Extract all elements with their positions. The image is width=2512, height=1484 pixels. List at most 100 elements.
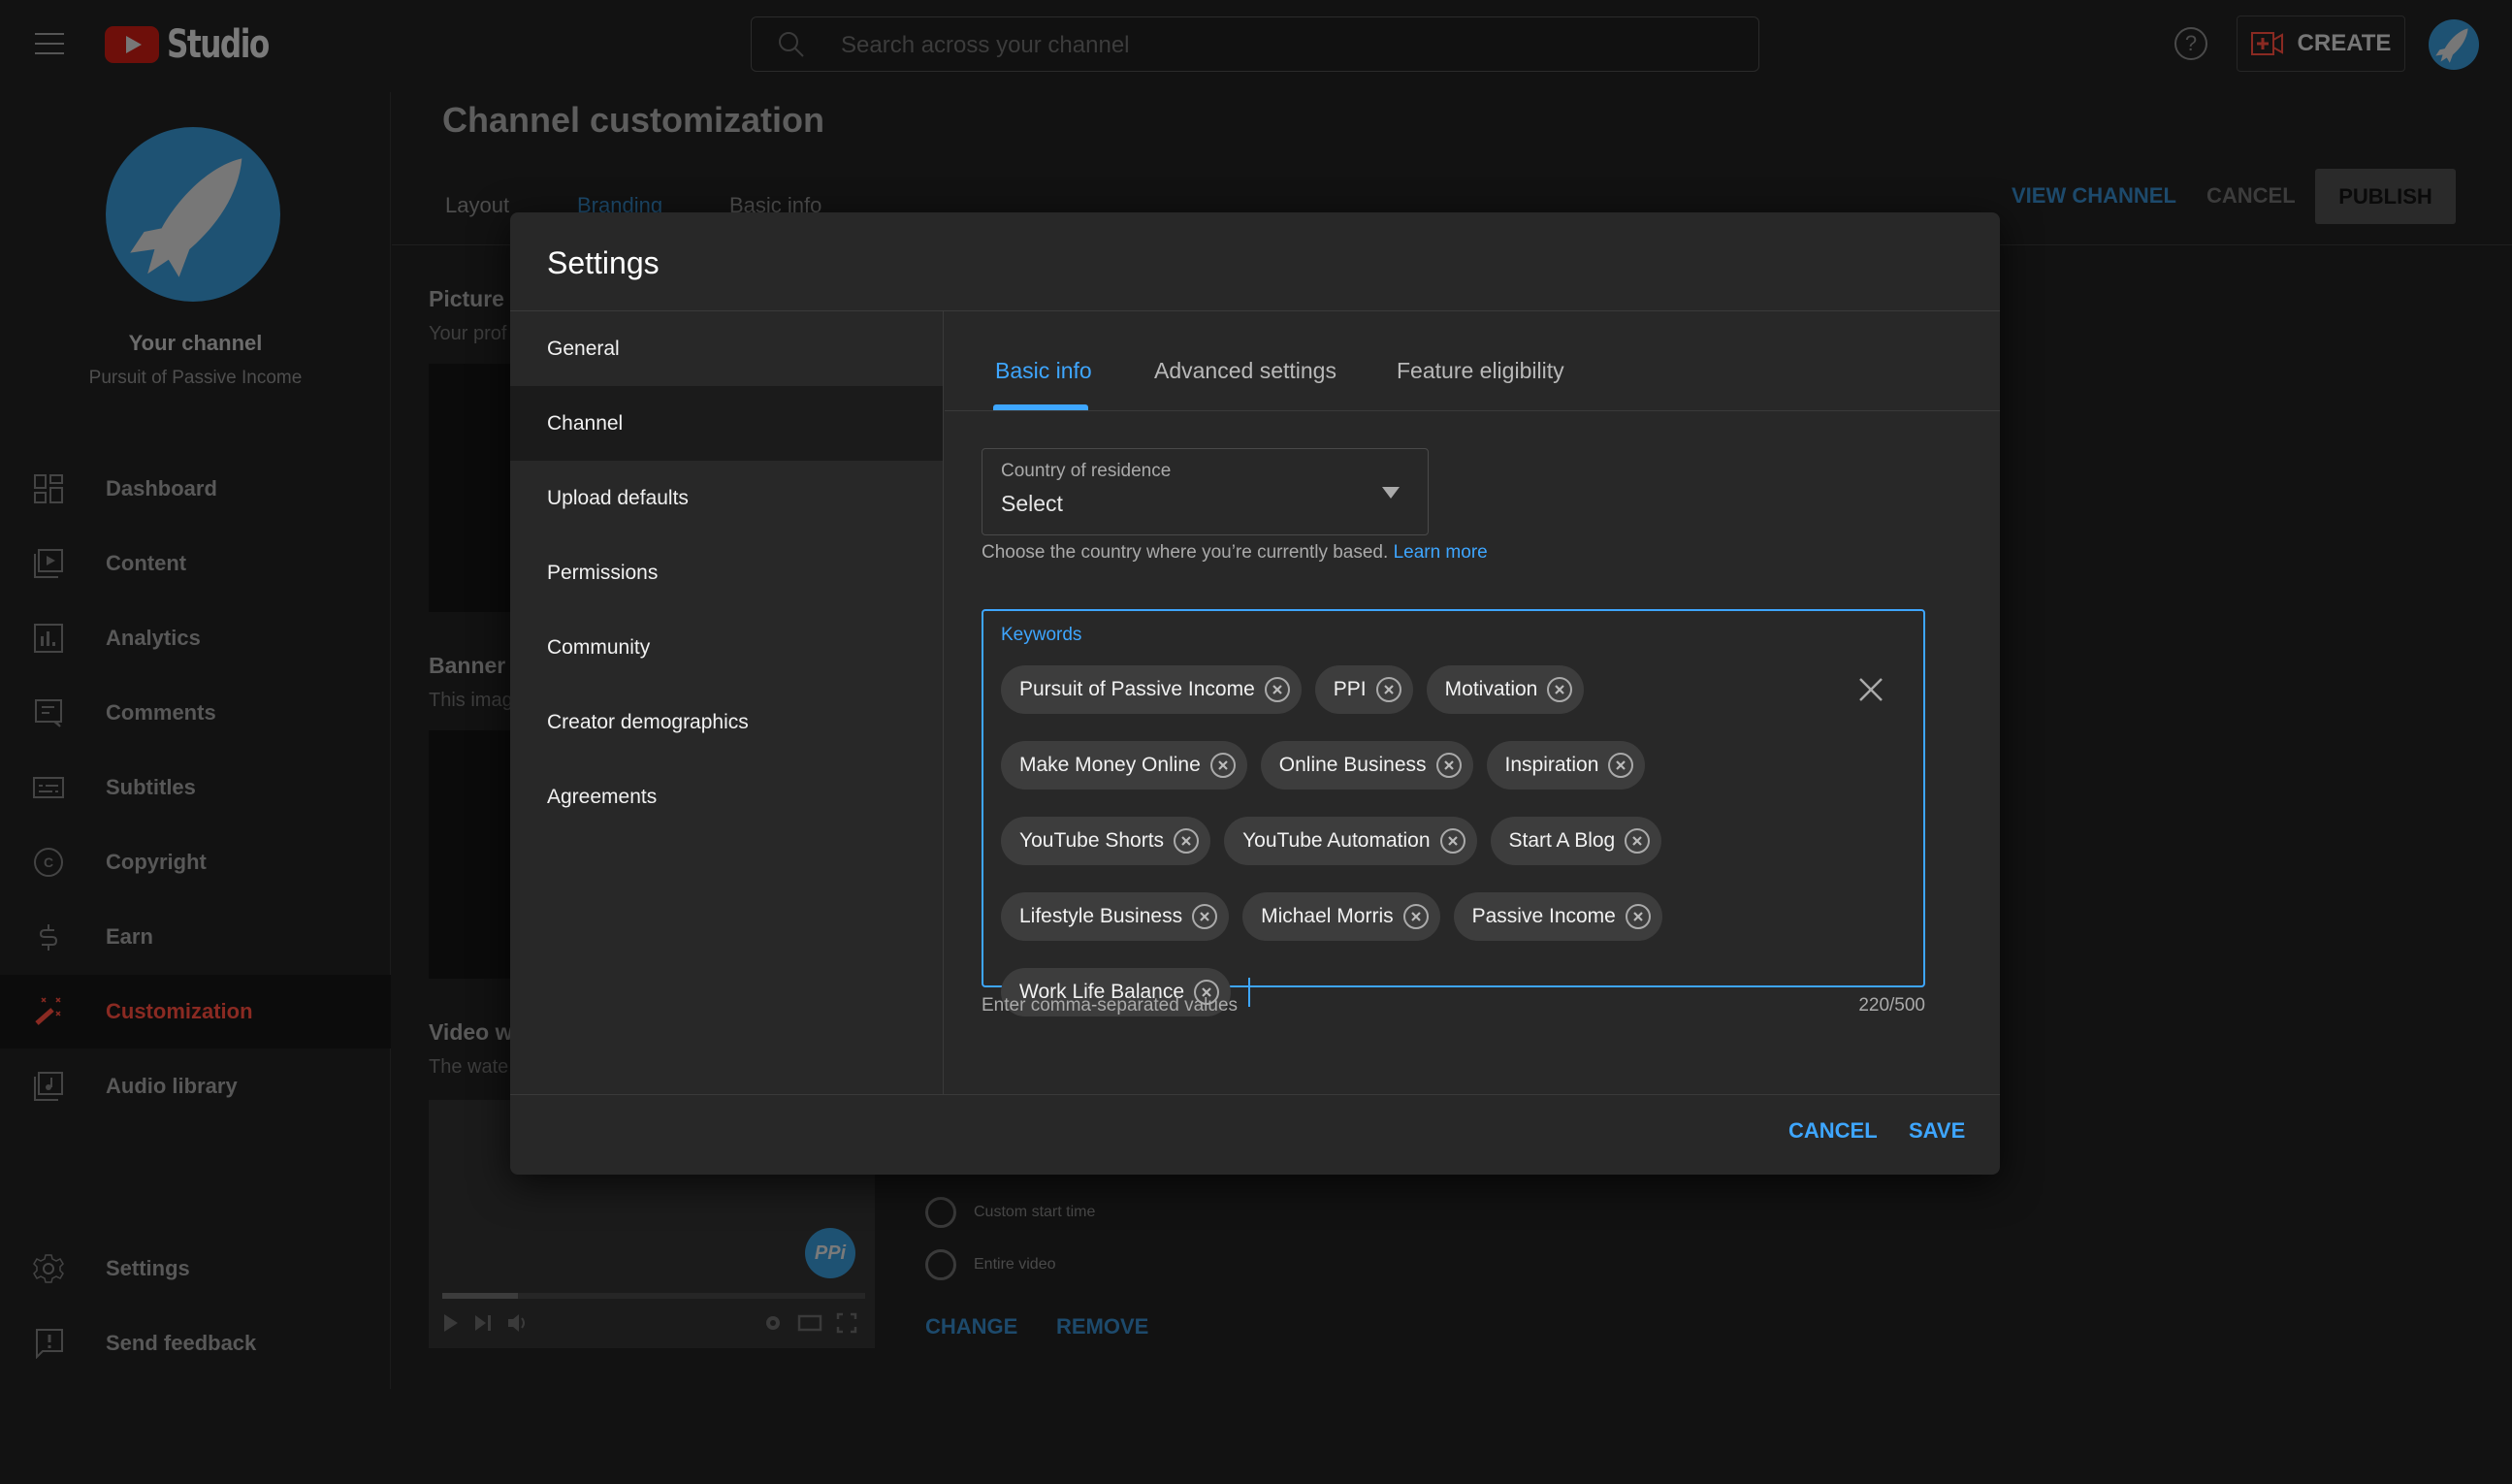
keyword-chip-label: Motivation xyxy=(1444,678,1538,700)
remove-keyword-icon[interactable] xyxy=(1192,904,1218,929)
keyword-chip[interactable]: PPI xyxy=(1314,665,1413,714)
dialog-nav-agreements[interactable]: Agreements xyxy=(510,759,943,834)
help-icon[interactable]: ? xyxy=(2174,27,2207,60)
keywords-field[interactable]: Keywords Pursuit of Passive Income PPI Mot… xyxy=(982,609,1925,1016)
keyword-chip[interactable]: Start A Blog xyxy=(1490,817,1662,865)
keyword-chip[interactable]: Pursuit of Passive Income xyxy=(1001,665,1302,714)
sidebar-item-earn[interactable]: Earn xyxy=(0,900,391,974)
video-progress-bar[interactable] xyxy=(442,1293,865,1299)
keywords-text-input[interactable] xyxy=(1248,978,1251,1007)
dialog-tab-advanced-settings[interactable]: Advanced settings xyxy=(1154,358,1337,384)
remove-keyword-icon[interactable] xyxy=(1435,753,1462,778)
remove-keyword-icon[interactable] xyxy=(1608,753,1634,778)
comments-icon xyxy=(33,697,64,728)
radio-entire-video[interactable]: Entire video xyxy=(925,1249,1056,1280)
watermark-change-button[interactable]: CHANGE xyxy=(925,1314,1017,1339)
studio-logo[interactable]: Studio xyxy=(105,21,297,68)
remove-keyword-icon[interactable] xyxy=(1547,677,1573,702)
remove-keyword-icon[interactable] xyxy=(1439,828,1465,854)
sidebar-item-dashboard[interactable]: Dashboard xyxy=(0,452,391,526)
country-help-label: Choose the country where you’re currentl… xyxy=(982,542,1389,563)
country-of-residence-select[interactable]: Country of residence Select xyxy=(982,448,1429,535)
sidebar-item-analytics[interactable]: Analytics xyxy=(0,601,391,675)
picture-section-description: Your prof xyxy=(429,323,507,344)
keyword-chip[interactable]: Passive Income xyxy=(1453,892,1662,941)
radio-circle[interactable] xyxy=(925,1249,956,1280)
dialog-save-button[interactable]: SAVE xyxy=(1909,1118,1965,1144)
sidebar-item-send-feedback[interactable]: Send feedback xyxy=(0,1307,391,1380)
theater-mode-icon[interactable] xyxy=(797,1312,822,1334)
radio-custom-start-time[interactable]: Custom start time xyxy=(925,1197,1095,1228)
watermark-section-description: The wate xyxy=(429,1056,509,1078)
sidebar-item-label: Copyright xyxy=(106,850,207,874)
next-icon[interactable] xyxy=(473,1312,493,1334)
keyword-chip-label: Inspiration xyxy=(1504,754,1599,776)
radio-circle[interactable] xyxy=(925,1197,956,1228)
sidebar-item-label: Subtitles xyxy=(106,775,196,799)
dashboard-icon xyxy=(33,473,64,504)
keyword-chip[interactable]: Lifestyle Business xyxy=(1001,892,1230,941)
hamburger-menu-icon[interactable] xyxy=(33,27,66,60)
learn-more-link[interactable]: Learn more xyxy=(1394,542,1488,563)
gear-icon[interactable] xyxy=(762,1312,784,1334)
remove-keyword-icon[interactable] xyxy=(1625,904,1651,929)
sidebar-item-copyright[interactable]: C Copyright xyxy=(0,825,391,899)
audio-library-icon xyxy=(33,1071,64,1102)
page-title: Channel customization xyxy=(442,100,825,140)
keyword-chip[interactable]: Inspiration xyxy=(1486,741,1646,790)
keyword-chip[interactable]: Online Business xyxy=(1260,741,1473,790)
remove-keyword-icon[interactable] xyxy=(1209,753,1236,778)
dialog-nav-permissions[interactable]: Permissions xyxy=(510,535,943,610)
sidebar-item-customization[interactable]: Customization xyxy=(0,975,391,1048)
watermark-remove-button[interactable]: REMOVE xyxy=(1056,1314,1148,1339)
banner-section-description: This imag xyxy=(429,690,513,711)
analytics-icon xyxy=(33,623,64,654)
sidebar-item-label: Customization xyxy=(106,999,253,1023)
banner-section-title: Banner i xyxy=(429,653,519,678)
remove-keyword-icon[interactable] xyxy=(1264,677,1290,702)
sidebar-item-content[interactable]: Content xyxy=(0,527,391,600)
volume-icon[interactable] xyxy=(506,1312,530,1334)
sidebar-item-settings[interactable]: Settings xyxy=(0,1232,391,1306)
keyword-chip[interactable]: YouTube Shorts xyxy=(1001,817,1211,865)
remove-keyword-icon[interactable] xyxy=(1625,828,1651,854)
channel-avatar[interactable] xyxy=(106,127,280,302)
dialog-nav-upload-defaults[interactable]: Upload defaults xyxy=(510,461,943,535)
keyword-chip-label: PPI xyxy=(1333,678,1367,700)
search-input[interactable]: Search across your channel xyxy=(751,16,1759,72)
remove-keyword-icon[interactable] xyxy=(1174,828,1200,854)
keyword-chip[interactable]: Motivation xyxy=(1426,665,1585,714)
country-help-text: Choose the country where you’re currentl… xyxy=(982,542,1488,564)
copyright-icon: C xyxy=(33,847,64,878)
dialog-tab-basic-info[interactable]: Basic info xyxy=(995,358,1092,384)
sidebar-item-subtitles[interactable]: Subtitles xyxy=(0,751,391,824)
dialog-nav-community[interactable]: Community xyxy=(510,610,943,685)
dialog-nav-channel[interactable]: Channel xyxy=(510,386,943,461)
sidebar-item-label: Dashboard xyxy=(106,476,217,500)
view-channel-button[interactable]: VIEW CHANNEL xyxy=(2012,183,2176,209)
dialog-cancel-button[interactable]: CANCEL xyxy=(1788,1118,1878,1144)
remove-keyword-icon[interactable] xyxy=(1375,677,1401,702)
dialog-nav-creator-demographics[interactable]: Creator demographics xyxy=(510,685,943,759)
dialog-tab-feature-eligibility[interactable]: Feature eligibility xyxy=(1397,358,1564,384)
play-icon[interactable] xyxy=(442,1312,460,1334)
create-button[interactable]: CREATE xyxy=(2237,16,2405,72)
sidebar-item-label: Audio library xyxy=(106,1074,238,1098)
dropdown-arrow-icon xyxy=(1382,487,1400,499)
fullscreen-icon[interactable] xyxy=(836,1312,857,1334)
sidebar-item-comments[interactable]: Comments xyxy=(0,676,391,750)
page-cancel-button[interactable]: CANCEL xyxy=(2206,183,2296,209)
keyword-chip[interactable]: Michael Morris xyxy=(1242,892,1440,941)
clear-all-keywords-icon[interactable] xyxy=(1856,675,1885,704)
account-avatar[interactable] xyxy=(2429,19,2479,70)
channel-name: Pursuit of Passive Income xyxy=(88,368,303,388)
tab-layout[interactable]: Layout xyxy=(445,193,509,218)
publish-button[interactable]: PUBLISH xyxy=(2315,169,2456,224)
keyword-chip[interactable]: Make Money Online xyxy=(1001,741,1247,790)
dialog-nav-general[interactable]: General xyxy=(510,311,943,386)
keyword-chip-label: Make Money Online xyxy=(1019,754,1201,776)
remove-keyword-icon[interactable] xyxy=(1402,904,1429,929)
keyword-chip[interactable]: YouTube Automation xyxy=(1224,817,1477,865)
keywords-hint: Enter comma-separated values xyxy=(982,995,1239,1016)
sidebar-item-audio-library[interactable]: Audio library xyxy=(0,1049,391,1123)
